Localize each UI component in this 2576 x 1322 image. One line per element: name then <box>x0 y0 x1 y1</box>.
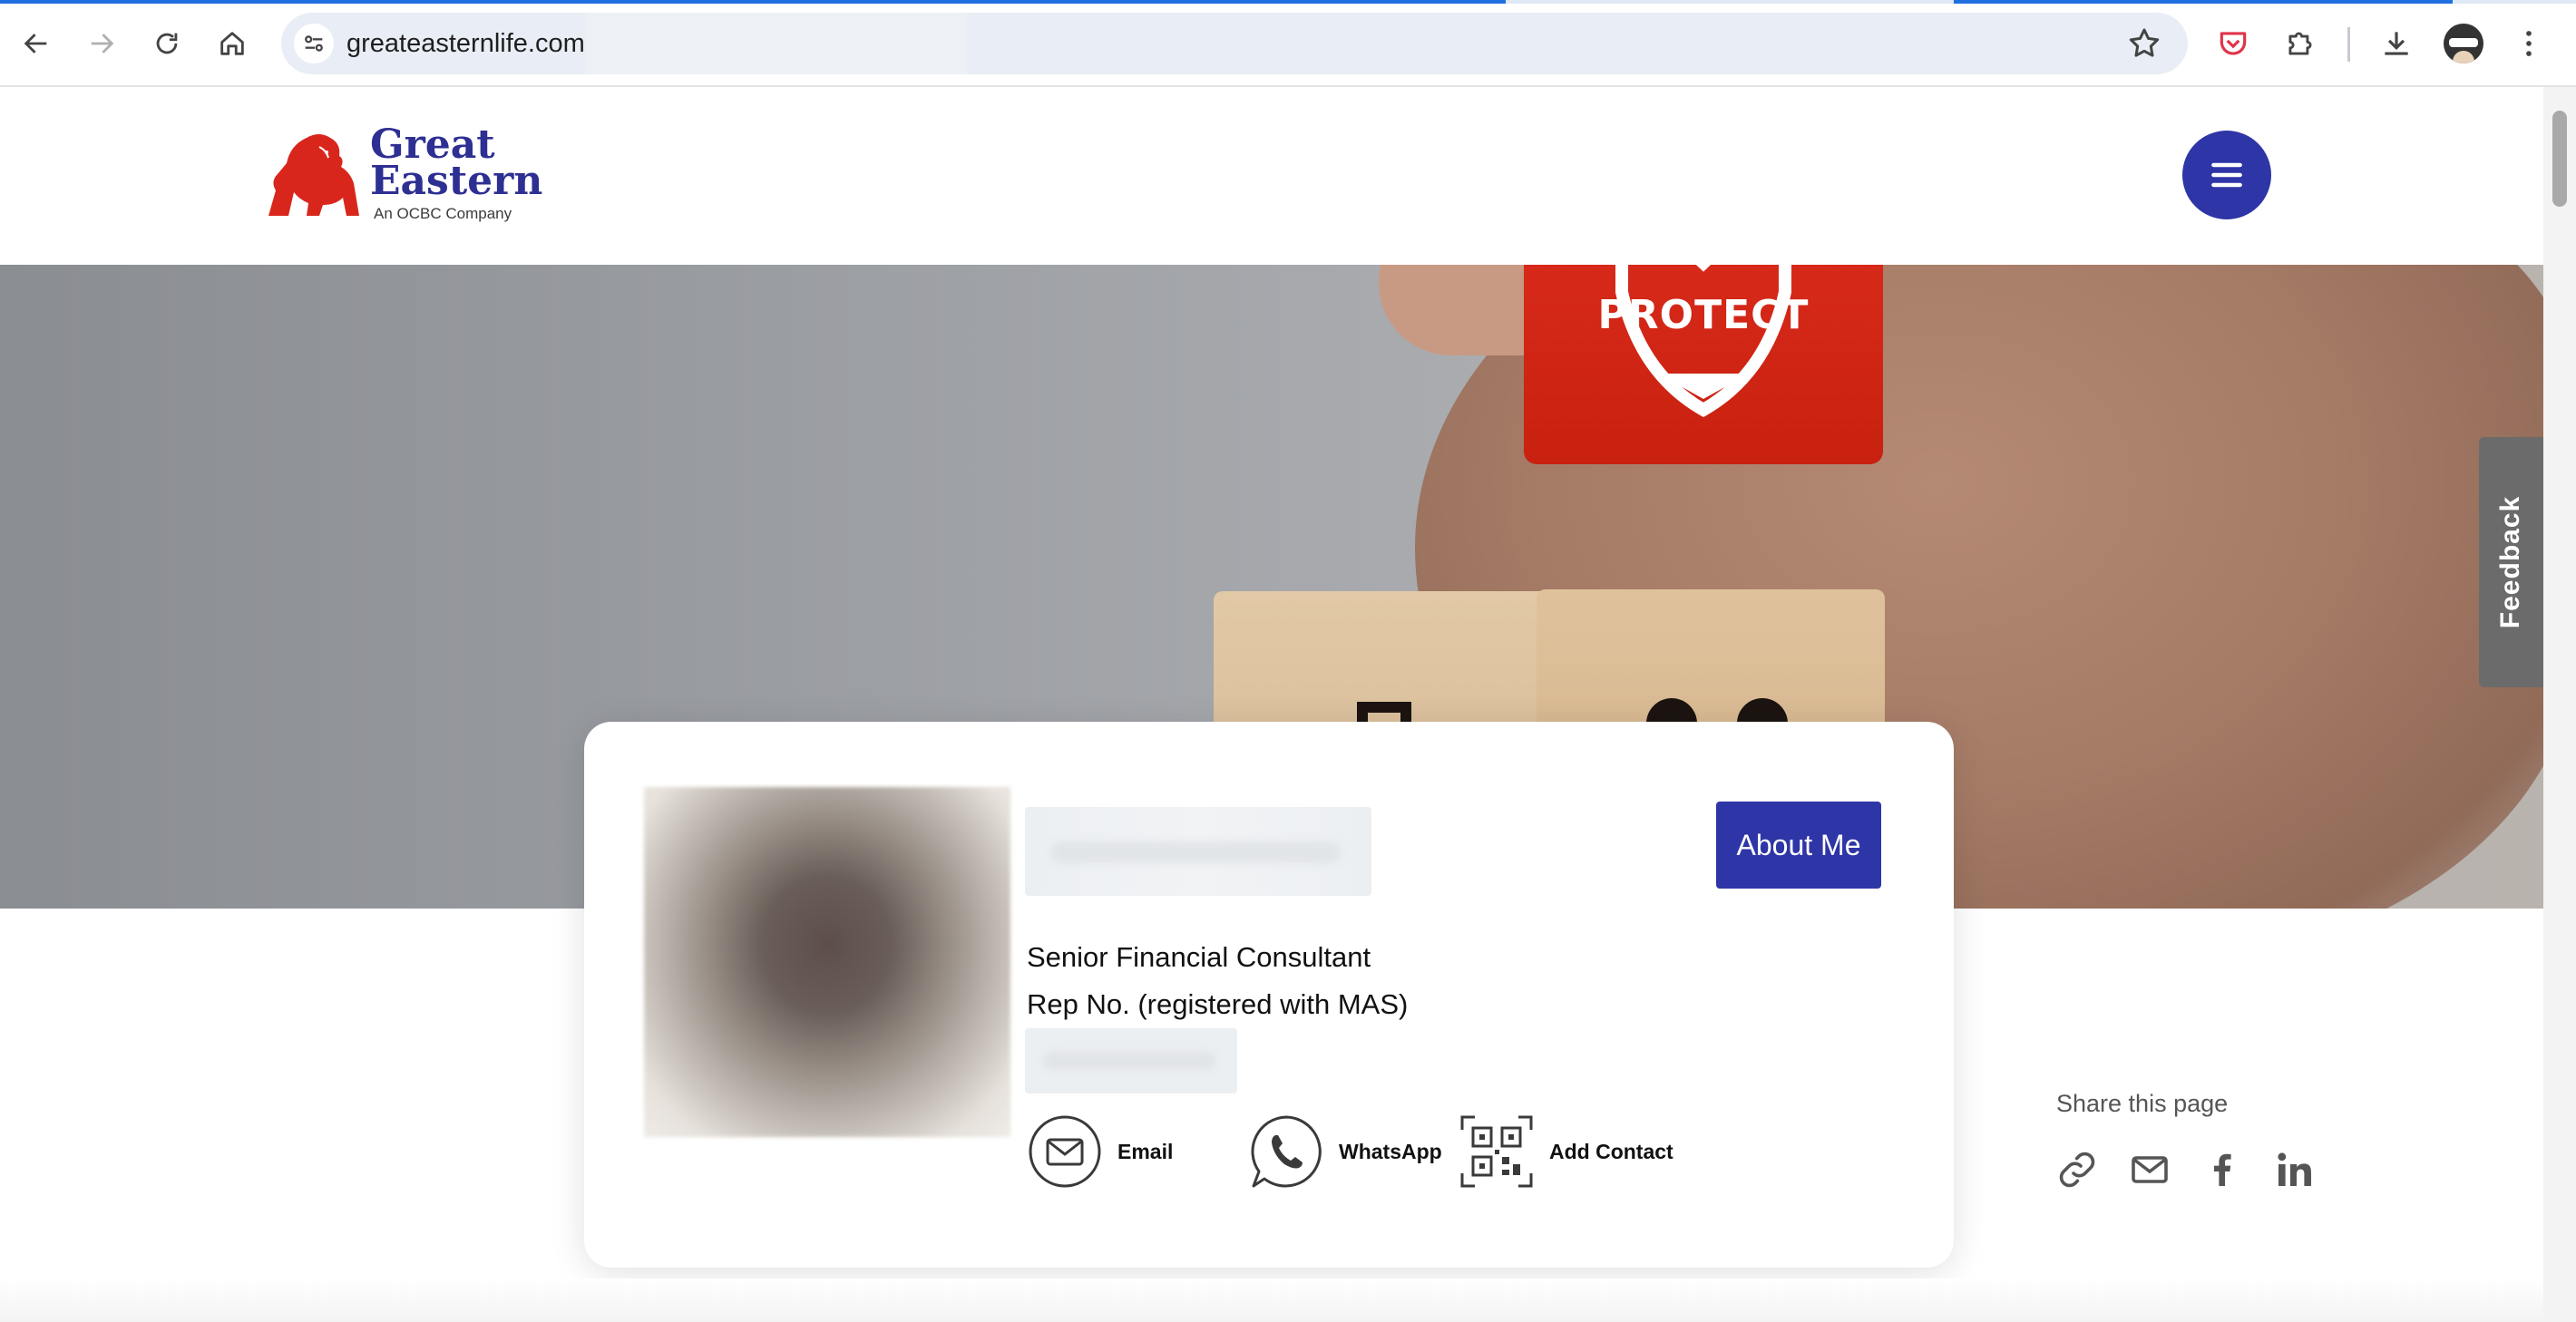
consultant-name-redacted <box>1025 807 1371 896</box>
scrollbar-thumb[interactable] <box>2552 111 2567 207</box>
email-icon <box>2132 1156 2168 1183</box>
profile-avatar[interactable] <box>2444 24 2483 63</box>
email-icon <box>1027 1113 1103 1190</box>
toolbar-separator <box>2347 27 2350 62</box>
consultant-profile-card: About Me Senior Financial Consultant Rep… <box>584 722 1954 1268</box>
email-contact-button[interactable]: Email <box>1027 1113 1173 1190</box>
add-contact-button[interactable]: Add Contact <box>1459 1113 1673 1190</box>
protect-text: PROTECT <box>1597 292 1810 338</box>
consultant-role: Senior Financial Consultant <box>1027 941 1371 973</box>
linkedin-icon <box>2278 1152 2311 1186</box>
great-eastern-logo[interactable]: Great Eastern An OCBC Company <box>263 123 542 225</box>
bookmark-star-icon[interactable] <box>2126 25 2162 62</box>
rep-number-label: Rep No. (registered with MAS) <box>1027 988 1409 1020</box>
logo-tagline: An OCBC Company <box>374 205 512 222</box>
tune-icon <box>305 35 323 52</box>
add-contact-label: Add Contact <box>1549 1139 1673 1163</box>
forward-button[interactable] <box>78 20 125 67</box>
share-copy-link-button[interactable] <box>2052 1144 2103 1195</box>
browser-toolbar: greateasternlife.com <box>0 0 2576 87</box>
page-bottom-edge <box>0 1278 2543 1322</box>
back-button[interactable] <box>13 20 60 67</box>
facebook-icon <box>2214 1153 2231 1186</box>
site-menu-button[interactable] <box>2182 131 2271 219</box>
reload-button[interactable] <box>143 20 190 67</box>
extensions-button[interactable] <box>2278 22 2322 65</box>
redacted-url-path <box>586 13 967 74</box>
about-me-button[interactable]: About Me <box>1716 802 1881 889</box>
reload-icon <box>156 33 178 54</box>
consultant-photo <box>644 787 1010 1137</box>
whatsapp-icon <box>1248 1113 1324 1190</box>
home-button[interactable] <box>209 20 256 67</box>
address-url[interactable]: greateasternlife.com <box>346 13 585 74</box>
share-linkedin-button[interactable] <box>2269 1144 2320 1195</box>
email-label: Email <box>1117 1139 1174 1163</box>
link-icon <box>2059 1152 2095 1188</box>
home-icon <box>220 32 244 55</box>
whatsapp-contact-button[interactable]: WhatsApp <box>1248 1113 1442 1190</box>
protect-block: PROTECT <box>1524 265 1883 464</box>
share-email-button[interactable] <box>2124 1144 2175 1195</box>
puzzle-icon <box>2288 32 2312 55</box>
site-header: Great Eastern An OCBC Company <box>0 87 2543 265</box>
shield-check-icon <box>1615 265 1791 418</box>
address-bar[interactable]: greateasternlife.com <box>281 13 2188 74</box>
share-facebook-button[interactable] <box>2197 1144 2248 1195</box>
tab-strip <box>0 0 2576 4</box>
pocket-icon <box>2220 32 2247 55</box>
feedback-label: Feedback <box>2495 495 2526 629</box>
whatsapp-label: WhatsApp <box>1339 1139 1442 1163</box>
downloads-button[interactable] <box>2375 22 2418 65</box>
qr-code-icon <box>1459 1113 1535 1190</box>
arrow-left-icon <box>24 34 47 53</box>
logo-word-eastern: Eastern <box>370 158 543 204</box>
pocket-button[interactable] <box>2211 22 2255 65</box>
lion-icon <box>268 134 359 216</box>
download-icon <box>2385 32 2408 55</box>
kebab-menu-icon <box>2526 31 2532 56</box>
hamburger-icon <box>2211 162 2242 188</box>
browser-menu-button[interactable] <box>2507 22 2551 65</box>
arrow-right-icon <box>91 34 114 53</box>
share-title: Share this page <box>2056 1090 2229 1117</box>
rep-number-redacted <box>1025 1028 1237 1094</box>
feedback-tab[interactable]: Feedback <box>2479 437 2543 687</box>
page-scrollbar[interactable] <box>2543 87 2576 1322</box>
site-info-button[interactable] <box>294 24 334 63</box>
